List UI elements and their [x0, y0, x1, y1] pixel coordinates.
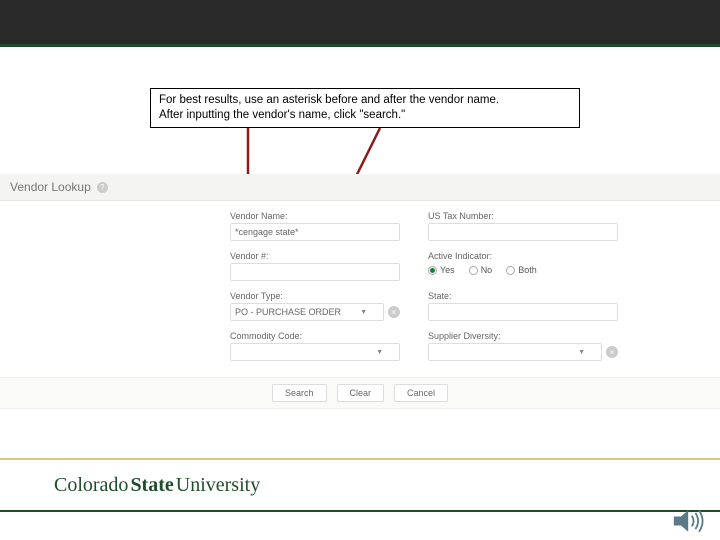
radio-no[interactable]: No — [469, 265, 493, 275]
commodity-code-label: Commodity Code: — [230, 331, 400, 341]
us-tax-label: US Tax Number: — [428, 211, 618, 221]
callout-line2: After inputting the vendor's name, click… — [159, 108, 571, 123]
callout-line1: For best results, use an asterisk before… — [159, 93, 571, 108]
active-indicator-field: Active Indicator: Yes No Both — [428, 251, 618, 281]
slide-top-band — [0, 0, 720, 44]
search-button[interactable]: Search — [272, 384, 327, 402]
chevron-down-icon: ▼ — [360, 309, 367, 316]
vendor-type-label: Vendor Type: — [230, 291, 400, 301]
page-title-bar: Vendor Lookup ? — [0, 174, 720, 201]
footer-green-line — [0, 510, 720, 512]
cancel-button[interactable]: Cancel — [394, 384, 448, 402]
vendor-type-field: Vendor Type: PO - PURCHASE ORDER ▼ × — [230, 291, 400, 321]
active-indicator-label: Active Indicator: — [428, 251, 618, 261]
state-label: State: — [428, 291, 618, 301]
instruction-callout: For best results, use an asterisk before… — [150, 88, 580, 128]
vendor-num-input[interactable] — [230, 263, 400, 281]
vendor-num-label: Vendor #: — [230, 251, 400, 261]
radio-yes[interactable]: Yes — [428, 265, 455, 275]
footer-brand-area: Colorado State University — [0, 460, 720, 510]
help-icon[interactable]: ? — [97, 182, 108, 193]
vendor-type-select[interactable]: PO - PURCHASE ORDER ▼ — [230, 303, 384, 321]
vendor-num-field: Vendor #: — [230, 251, 400, 281]
vendor-name-label: Vendor Name: — [230, 211, 400, 221]
us-tax-input[interactable] — [428, 223, 618, 241]
search-form: Vendor Name: US Tax Number: Vendor #: Ac… — [0, 201, 720, 377]
vendor-name-field: Vendor Name: — [230, 211, 400, 241]
supplier-diversity-label: Supplier Diversity: — [428, 331, 618, 341]
commodity-code-select[interactable]: ▼ — [230, 343, 400, 361]
state-input[interactable] — [428, 303, 618, 321]
chevron-down-icon: ▼ — [578, 349, 585, 356]
radio-both[interactable]: Both — [506, 265, 537, 275]
state-field: State: — [428, 291, 618, 321]
clear-button[interactable]: Clear — [337, 384, 385, 402]
slide-accent-line — [0, 44, 720, 47]
clear-supplier-diversity-icon[interactable]: × — [606, 346, 618, 358]
chevron-down-icon: ▼ — [376, 349, 383, 356]
us-tax-field: US Tax Number: — [428, 211, 618, 241]
vendor-lookup-panel: Vendor Lookup ? Vendor Name: US Tax Numb… — [0, 174, 720, 409]
commodity-code-field: Commodity Code: ▼ — [230, 331, 400, 361]
supplier-diversity-field: Supplier Diversity: ▼ × — [428, 331, 618, 361]
speaker-icon — [672, 506, 708, 536]
csu-logo: Colorado State University — [54, 474, 260, 497]
page-title: Vendor Lookup — [10, 180, 91, 194]
supplier-diversity-select[interactable]: ▼ — [428, 343, 602, 361]
clear-vendor-type-icon[interactable]: × — [388, 306, 400, 318]
form-buttons-bar: Search Clear Cancel — [0, 377, 720, 409]
vendor-name-input[interactable] — [230, 223, 400, 241]
